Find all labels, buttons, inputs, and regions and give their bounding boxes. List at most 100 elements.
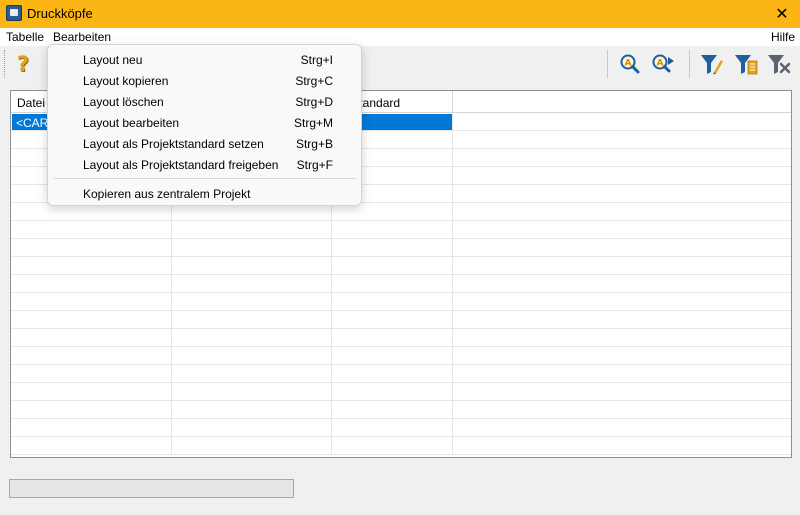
table-cell[interactable]: [453, 239, 791, 257]
menu-item-layout-bearbeiten[interactable]: Layout bearbeiten Strg+M: [52, 112, 358, 132]
zoom-forward-button[interactable]: A: [650, 51, 676, 77]
menu-item-label: Layout bearbeiten: [83, 116, 180, 130]
table-cell[interactable]: [172, 293, 332, 311]
menu-item-label: Layout als Projektstandard freigeben: [83, 158, 279, 172]
table-row[interactable]: [11, 275, 791, 293]
table-cell[interactable]: [11, 221, 172, 239]
table-cell[interactable]: [172, 275, 332, 293]
table-cell[interactable]: [332, 221, 453, 239]
table-cell[interactable]: [172, 221, 332, 239]
table-cell[interactable]: [172, 239, 332, 257]
menu-item-kopieren-zentral[interactable]: Kopieren aus zentralem Projekt: [52, 183, 358, 203]
table-cell[interactable]: [332, 275, 453, 293]
table-cell[interactable]: [11, 401, 172, 419]
table-cell[interactable]: [453, 275, 791, 293]
table-row[interactable]: [11, 329, 791, 347]
table-row[interactable]: [11, 311, 791, 329]
table-cell[interactable]: [172, 329, 332, 347]
table-row[interactable]: [11, 221, 791, 239]
table-cell[interactable]: [11, 275, 172, 293]
table-row[interactable]: [11, 383, 791, 401]
table-cell[interactable]: [332, 311, 453, 329]
status-bar: [9, 479, 294, 498]
zoom-search-button[interactable]: A: [617, 51, 643, 77]
table-cell[interactable]: [332, 383, 453, 401]
table-row[interactable]: [11, 257, 791, 275]
table-cell[interactable]: [172, 257, 332, 275]
menu-bearbeiten[interactable]: Bearbeiten: [53, 30, 111, 44]
table-cell[interactable]: [453, 419, 791, 437]
table-cell[interactable]: [332, 239, 453, 257]
table-row[interactable]: [11, 293, 791, 311]
table-cell[interactable]: [172, 365, 332, 383]
table-cell[interactable]: [11, 437, 172, 455]
table-cell[interactable]: [11, 311, 172, 329]
close-button[interactable]: ✕: [764, 0, 800, 28]
menu-item-projektstandard-setzen[interactable]: Layout als Projektstandard setzen Strg+B: [52, 133, 358, 153]
table-cell[interactable]: [453, 347, 791, 365]
menu-item-layout-neu[interactable]: Layout neu Strg+I: [52, 49, 358, 69]
table-cell[interactable]: [332, 401, 453, 419]
menu-item-layout-kopieren[interactable]: Layout kopieren Strg+C: [52, 70, 358, 90]
table-row[interactable]: [11, 365, 791, 383]
menu-tabelle[interactable]: Tabelle: [6, 30, 44, 44]
table-cell[interactable]: [11, 329, 172, 347]
menu-item-projektstandard-freigeben[interactable]: Layout als Projektstandard freigeben Str…: [52, 154, 358, 174]
menu-item-shortcut: Strg+C: [295, 74, 333, 88]
menu-item-label: Layout kopieren: [83, 74, 169, 88]
menu-hilfe[interactable]: Hilfe: [771, 30, 795, 44]
table-cell[interactable]: [453, 329, 791, 347]
table-cell[interactable]: [453, 293, 791, 311]
help-button[interactable]: ?: [10, 51, 36, 77]
filter-list-button[interactable]: [733, 51, 759, 77]
table-cell[interactable]: [453, 113, 791, 131]
table-row[interactable]: [11, 437, 791, 455]
table-cell[interactable]: [172, 401, 332, 419]
table-cell[interactable]: [453, 167, 791, 185]
filter-clear-button[interactable]: [766, 51, 792, 77]
table-cell[interactable]: [11, 419, 172, 437]
table-cell[interactable]: [453, 149, 791, 167]
table-cell[interactable]: [11, 257, 172, 275]
table-cell[interactable]: [332, 437, 453, 455]
table-cell[interactable]: [453, 221, 791, 239]
table-cell[interactable]: [453, 257, 791, 275]
menu-item-label: Layout löschen: [83, 95, 164, 109]
table-cell[interactable]: [11, 239, 172, 257]
table-row[interactable]: [11, 419, 791, 437]
table-cell[interactable]: [332, 293, 453, 311]
table-cell[interactable]: [172, 419, 332, 437]
table-row[interactable]: [11, 347, 791, 365]
table-cell[interactable]: [172, 311, 332, 329]
table-cell[interactable]: [11, 347, 172, 365]
table-cell[interactable]: [11, 365, 172, 383]
toolbar-grip[interactable]: [4, 50, 6, 78]
table-cell[interactable]: [332, 365, 453, 383]
menu-item-layout-loeschen[interactable]: Layout löschen Strg+D: [52, 91, 358, 111]
table-cell[interactable]: [332, 419, 453, 437]
table-cell[interactable]: [172, 347, 332, 365]
help-icon: ?: [16, 52, 30, 76]
table-cell[interactable]: [11, 383, 172, 401]
menu-item-label: Layout als Projektstandard setzen: [83, 137, 264, 151]
menu-item-shortcut: Strg+D: [295, 95, 333, 109]
table-cell[interactable]: [453, 311, 791, 329]
table-cell[interactable]: [172, 437, 332, 455]
table-cell[interactable]: [453, 185, 791, 203]
filter-clear-icon: [768, 55, 791, 74]
table-row[interactable]: [11, 239, 791, 257]
table-cell[interactable]: [332, 257, 453, 275]
table-cell[interactable]: [453, 131, 791, 149]
table-cell[interactable]: [453, 383, 791, 401]
table-cell[interactable]: [453, 401, 791, 419]
column-header[interactable]: [453, 91, 791, 113]
table-cell[interactable]: [453, 203, 791, 221]
table-cell[interactable]: [332, 329, 453, 347]
table-cell[interactable]: [11, 293, 172, 311]
table-cell[interactable]: [172, 383, 332, 401]
table-cell[interactable]: [453, 437, 791, 455]
filter-edit-button[interactable]: [698, 51, 724, 77]
table-cell[interactable]: [453, 365, 791, 383]
table-row[interactable]: [11, 401, 791, 419]
table-cell[interactable]: [332, 347, 453, 365]
